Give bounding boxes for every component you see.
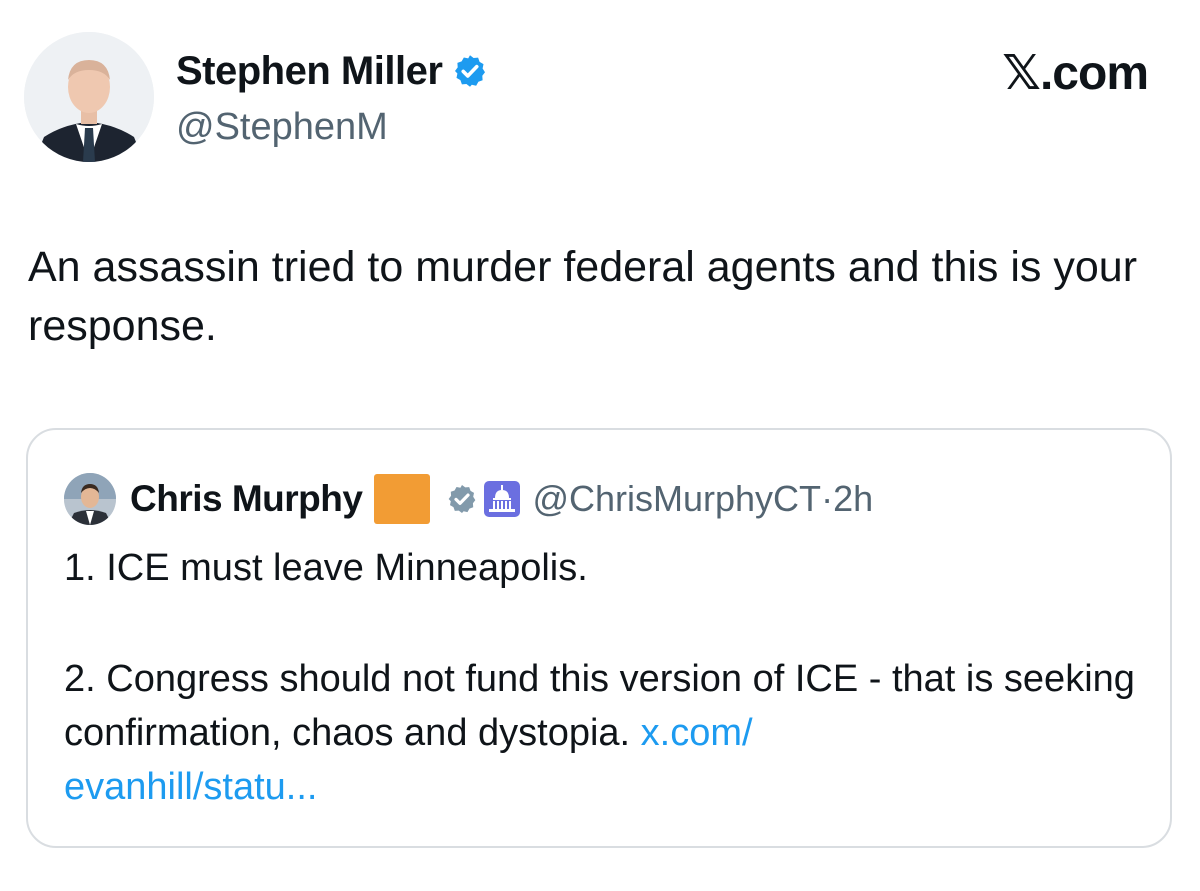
- author-name-row: Stephen Miller: [176, 47, 488, 95]
- quoted-author-avatar[interactable]: [64, 473, 116, 525]
- capitol-icon: [484, 481, 521, 517]
- quoted-author-name[interactable]: Chris Murphy: [130, 478, 363, 520]
- quoted-timestamp[interactable]: 2h: [833, 478, 873, 519]
- quoted-text-line1: 1. ICE must leave Minneapolis.: [64, 547, 588, 589]
- quoted-text-line2: 2. Congress should not fund this version…: [64, 652, 1144, 814]
- quoted-header: Chris Murphy @ChrisMurphyCT·2h: [64, 471, 873, 527]
- gray-verified-badge-icon[interactable]: [446, 483, 478, 515]
- tweet-text: An assassin tried to murder federal agen…: [28, 243, 1138, 350]
- timestamp-separator: ·: [821, 478, 834, 519]
- quoted-tweet-card[interactable]: Chris Murphy @ChrisMurphyCT·2h 1. ICE mu…: [26, 428, 1172, 848]
- verified-badge-icon[interactable]: [452, 53, 488, 89]
- author-avatar[interactable]: [24, 32, 154, 162]
- author-display-name[interactable]: Stephen Miller: [176, 47, 443, 95]
- author-handle[interactable]: @StephenM: [176, 104, 388, 150]
- quoted-text-body: 2. Congress should not fund this version…: [64, 658, 1135, 754]
- quoted-author-handle[interactable]: @ChrisMurphyCT: [532, 478, 821, 519]
- quoted-handle-time[interactable]: @ChrisMurphyCT·2h: [532, 478, 873, 520]
- x-logo: 𝕏.com: [1002, 47, 1149, 100]
- orange-square-icon: [374, 474, 431, 524]
